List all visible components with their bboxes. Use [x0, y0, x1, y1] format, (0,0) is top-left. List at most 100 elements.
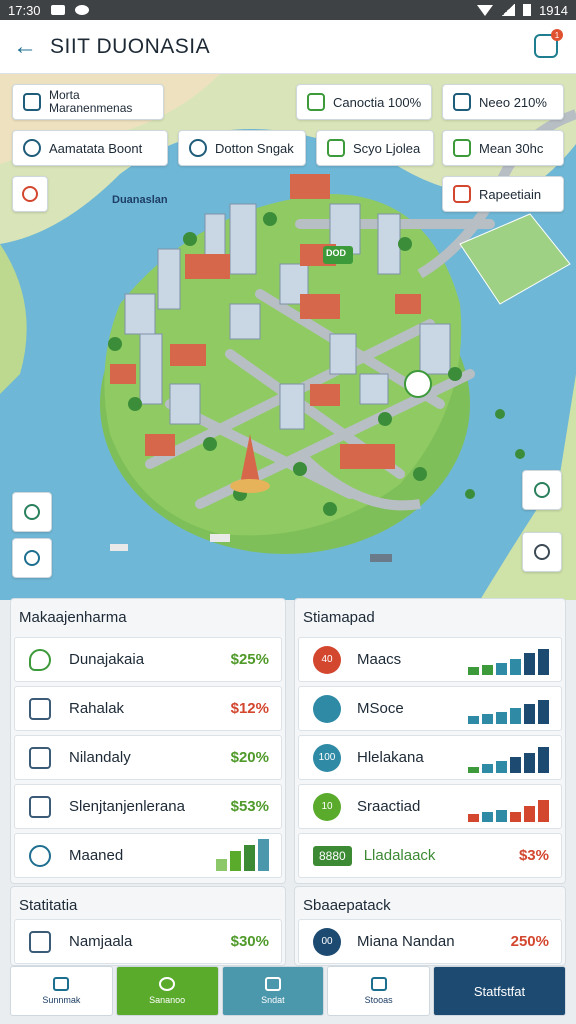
- tab-label: Sndat: [261, 995, 285, 1005]
- tab-label: Stooas: [364, 995, 393, 1005]
- favorite-button[interactable]: [12, 176, 48, 212]
- row-label: Nilandaly: [69, 749, 131, 766]
- row-badge: 10: [313, 792, 341, 821]
- list-item[interactable]: 00 Miana Nandan 250%: [298, 919, 562, 964]
- search-icon: [24, 504, 40, 520]
- map-chip-neeo[interactable]: Neeo 210%: [442, 84, 564, 120]
- back-button[interactable]: ←: [0, 20, 50, 74]
- map-settings-button[interactable]: [522, 532, 562, 572]
- row-label: Namjaala: [69, 933, 133, 950]
- signal-icon: [501, 4, 516, 16]
- compass-icon: [159, 977, 176, 991]
- row-value: $25%: [230, 651, 269, 668]
- tab-label: Sunnmak: [42, 995, 81, 1005]
- page-title: SIIT DUONASIA: [50, 34, 211, 58]
- tab-home[interactable]: Sunnmak: [10, 966, 113, 1016]
- refresh-icon: [29, 648, 51, 671]
- card-icon: [29, 930, 51, 953]
- tab-label: Statfstfat: [473, 983, 526, 999]
- tab-statistics[interactable]: Statfstfat: [433, 966, 566, 1016]
- tab-stores[interactable]: Stooas: [327, 966, 430, 1016]
- row-label: Miana Nandan: [357, 933, 455, 950]
- map-chip-dotton[interactable]: Dotton Sngak: [178, 130, 306, 166]
- row-value: $30%: [230, 933, 269, 950]
- notification-button[interactable]: 1: [534, 29, 563, 58]
- chip-label: Canoctia 100%: [333, 94, 422, 110]
- status-time: 17:30: [8, 2, 41, 18]
- leaf-icon: [534, 482, 550, 498]
- row-value: $12%: [230, 700, 269, 717]
- tab-explore[interactable]: Sananoo: [115, 966, 219, 1016]
- bus-icon: [264, 977, 281, 991]
- network-icon: [29, 844, 51, 867]
- list-item[interactable]: MSoce: [298, 686, 562, 731]
- app-bar: ← SIIT DUONASIA 1: [0, 20, 576, 74]
- list-item[interactable]: Nilandaly $20%: [14, 735, 282, 780]
- row-badge: 8880: [313, 845, 352, 866]
- list-item[interactable]: 100 Hlelakana: [298, 735, 562, 780]
- map-chip-morta[interactable]: Morta Maranenmenas: [12, 84, 164, 120]
- list-item[interactable]: Slenjtanjenlerana $53%: [14, 784, 282, 829]
- city-map[interactable]: Morta Maranenmenas Canoctia 100% Neeo 21…: [0, 74, 576, 600]
- row-badge: [313, 694, 341, 723]
- mini-bar-chart: [468, 792, 549, 822]
- store-icon: [453, 185, 471, 203]
- list-item[interactable]: Namjaala $30%: [14, 919, 282, 964]
- row-value: $3%: [518, 847, 549, 864]
- row-badge: 00: [313, 927, 341, 956]
- status-battery-text: 1914: [539, 2, 568, 18]
- store-icon: [370, 977, 387, 991]
- clipboard-icon: [453, 139, 471, 157]
- locate-button[interactable]: [12, 538, 52, 578]
- area-label: Duanaslan: [112, 194, 168, 206]
- map-chip-canoctia[interactable]: Canoctia 100%: [296, 84, 432, 120]
- notification-badge: 1: [551, 29, 563, 41]
- chip-label: Mean 30hc: [479, 140, 544, 156]
- list-item[interactable]: Maaned: [14, 833, 282, 878]
- map-chip-rapeetiain[interactable]: Rapeetiain: [442, 176, 564, 212]
- map-chip-aamatata[interactable]: Aamatata Boont: [12, 130, 168, 166]
- app-notification-icon: [74, 5, 89, 15]
- tree-icon: [327, 139, 345, 157]
- panel-title: Sbaaepatack: [303, 897, 391, 914]
- list-item[interactable]: 10 Sraactiad: [298, 784, 562, 829]
- row-label: Lladalaack: [363, 847, 436, 864]
- briefcase-icon: [29, 795, 51, 818]
- list-item[interactable]: Dunajakaia $25%: [14, 637, 282, 682]
- heart-icon: [22, 186, 38, 202]
- map-pin-label: DOD: [326, 248, 346, 258]
- home-icon: [53, 977, 70, 991]
- tab-transport[interactable]: Sndat: [221, 966, 325, 1016]
- row-value: 250%: [510, 933, 549, 950]
- map-layers-button[interactable]: [522, 470, 562, 510]
- eye-icon: [189, 139, 207, 157]
- right-summary-panel: Sbaaepatack 00 Miana Nandan 250%: [294, 886, 566, 966]
- shield-icon: [453, 93, 471, 111]
- notes-icon: [29, 746, 51, 769]
- row-label: MSoce: [357, 700, 404, 717]
- chip-label: Neeo 210%: [479, 94, 547, 110]
- map-chip-scyo[interactable]: Scyo Ljolea: [316, 130, 434, 166]
- wifi-icon: [477, 4, 494, 16]
- row-badge: 40: [313, 645, 341, 674]
- list-item[interactable]: 8880 Lladalaack $3%: [298, 833, 562, 878]
- status-bar: 17:30 1914: [0, 0, 576, 20]
- location-icon: [24, 550, 40, 566]
- mini-bar-chart: [468, 743, 549, 773]
- chip-label: Rapeetiain: [479, 186, 542, 202]
- row-label: Hlelakana: [357, 749, 424, 766]
- map-chip-mean[interactable]: Mean 30hc: [442, 130, 564, 166]
- person-icon: [23, 139, 41, 157]
- list-item[interactable]: 40 Maacs: [298, 637, 562, 682]
- right-stats-panel: Stiamapad 40 Maacs MSoce 100 Hlelakana 1…: [294, 598, 566, 884]
- settings-gear-icon: [534, 544, 550, 560]
- mini-bar-chart: [468, 694, 549, 724]
- row-label: Sraactiad: [357, 798, 421, 815]
- row-value: $53%: [230, 798, 269, 815]
- grid-icon: [307, 93, 325, 111]
- search-map-button[interactable]: [12, 492, 52, 532]
- building-icon: [23, 93, 41, 111]
- list-item[interactable]: Rahalak $12%: [14, 686, 282, 731]
- back-arrow-icon: ←: [13, 32, 37, 60]
- chip-label: Aamatata Boont: [49, 140, 143, 156]
